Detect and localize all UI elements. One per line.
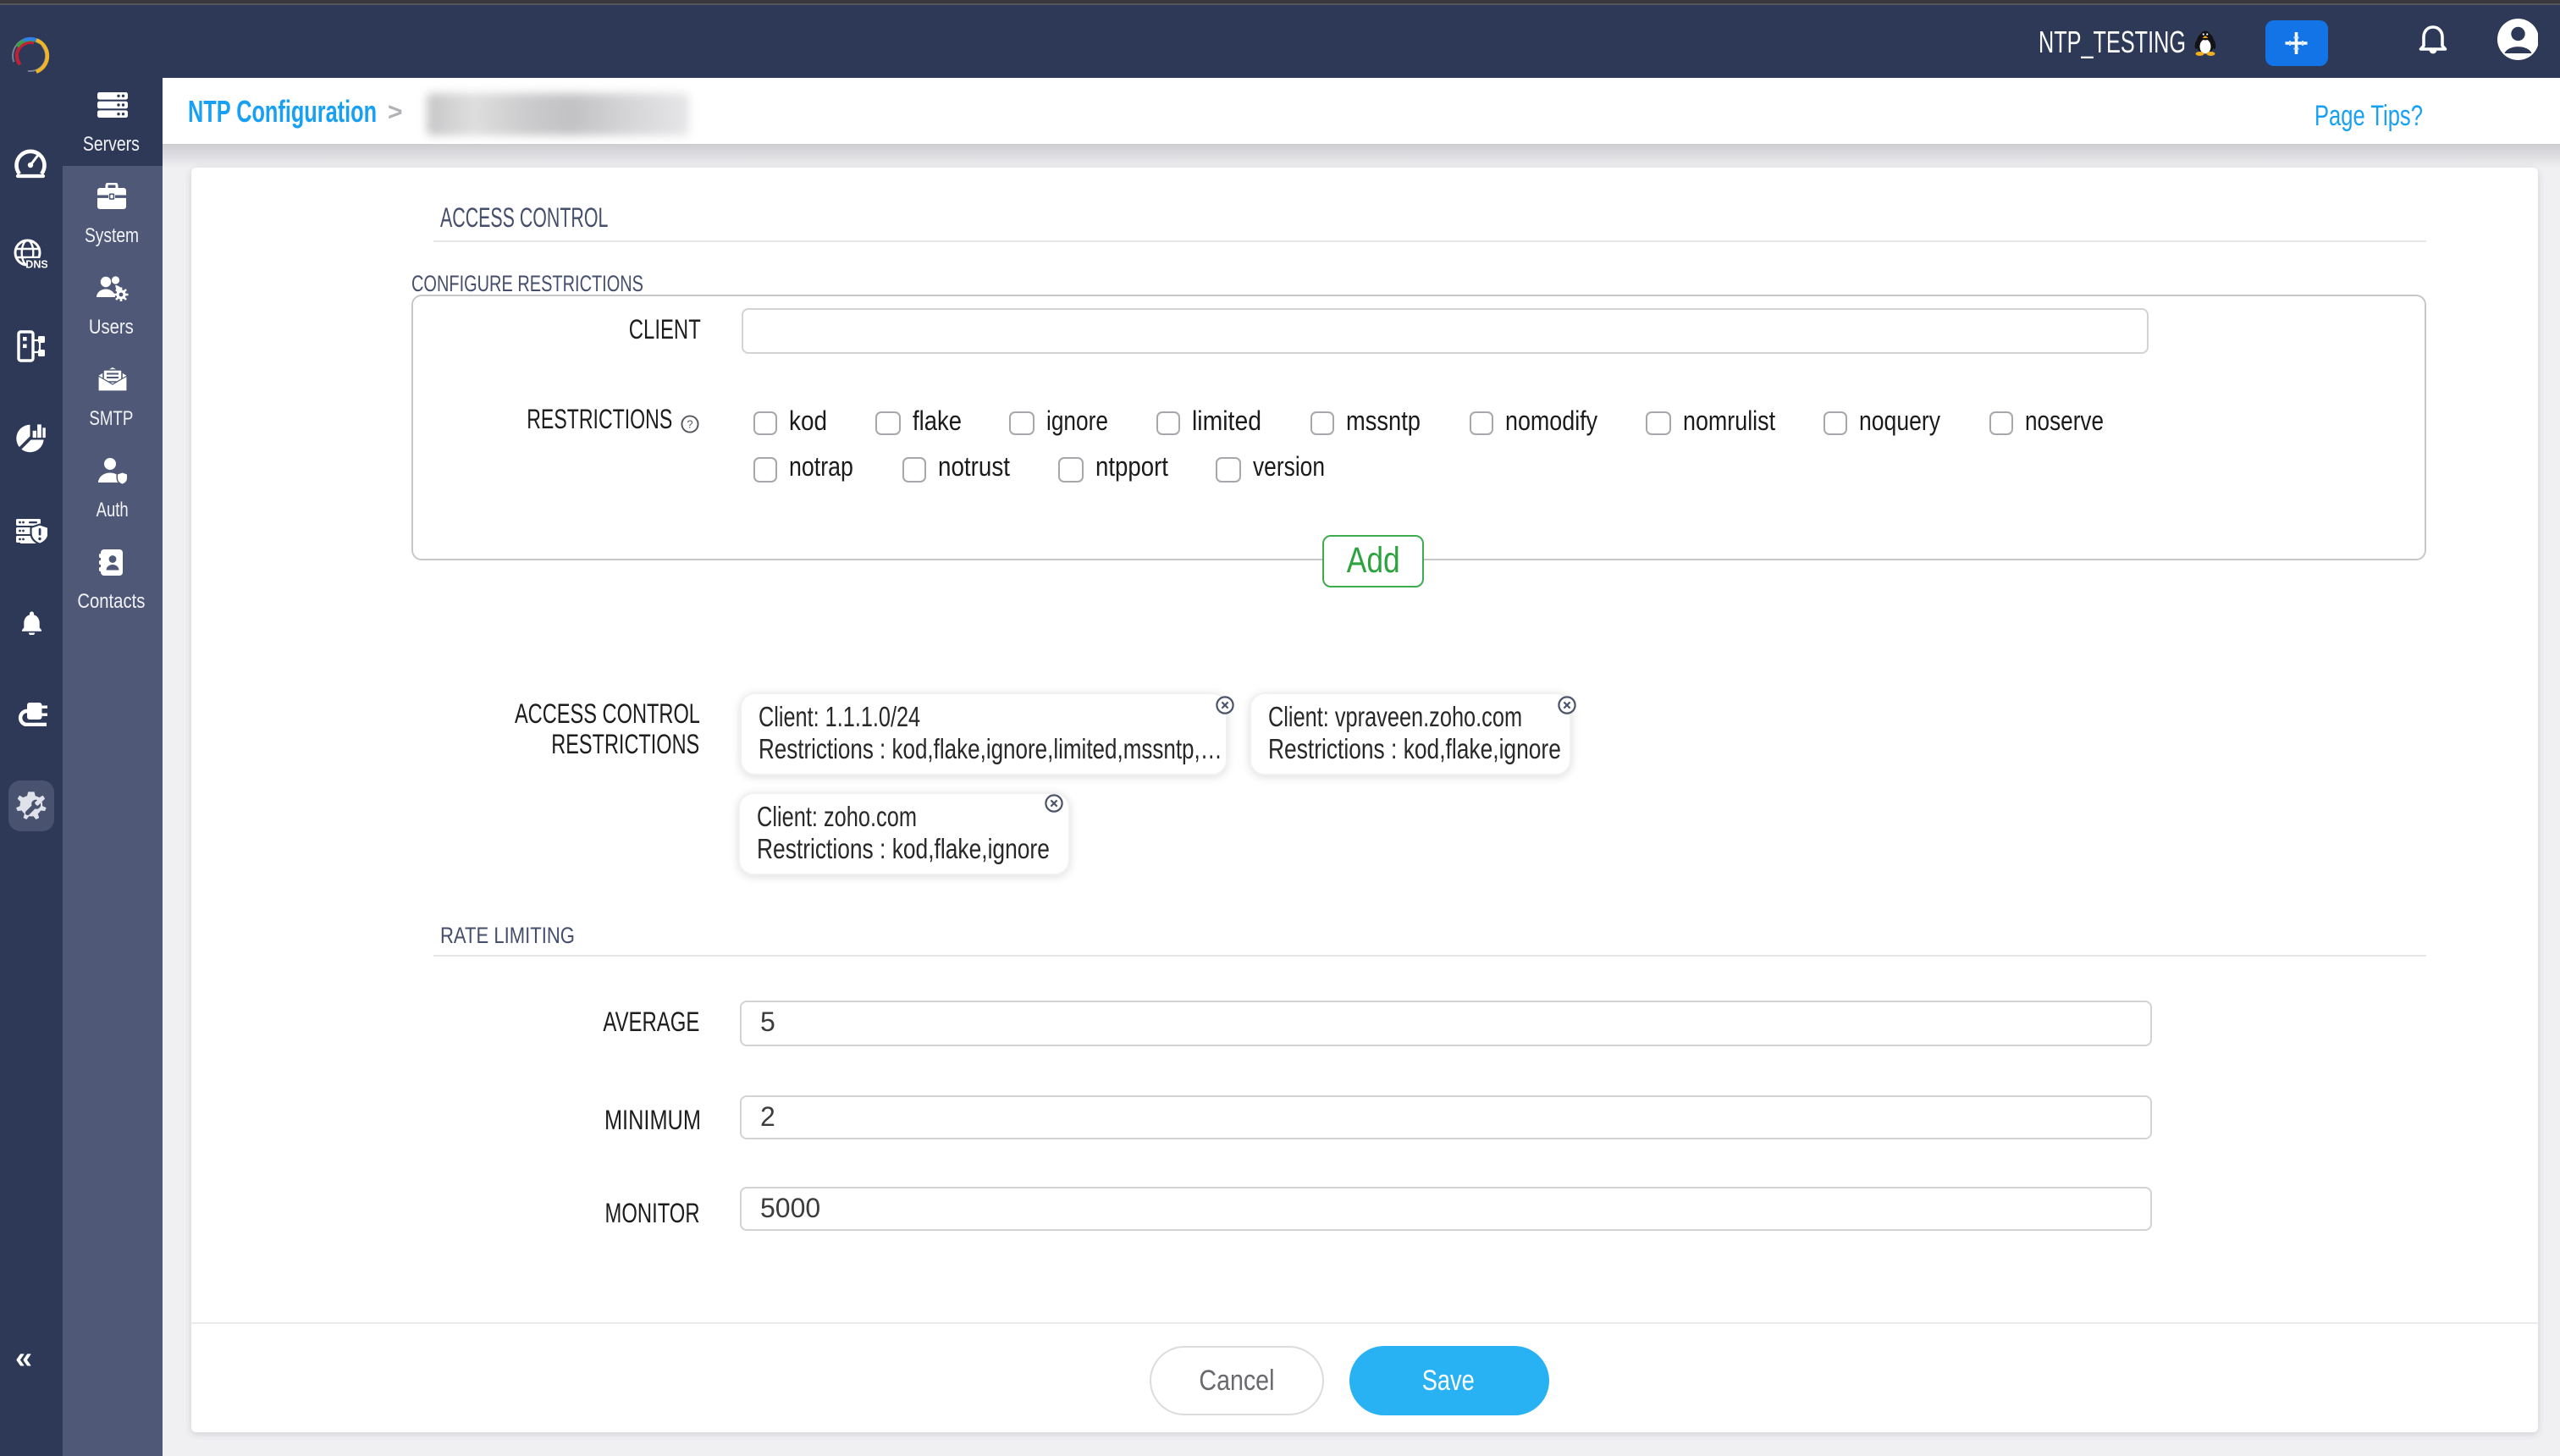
svg-text:DNS: DNS xyxy=(26,258,48,270)
svg-text:?: ? xyxy=(687,418,693,431)
